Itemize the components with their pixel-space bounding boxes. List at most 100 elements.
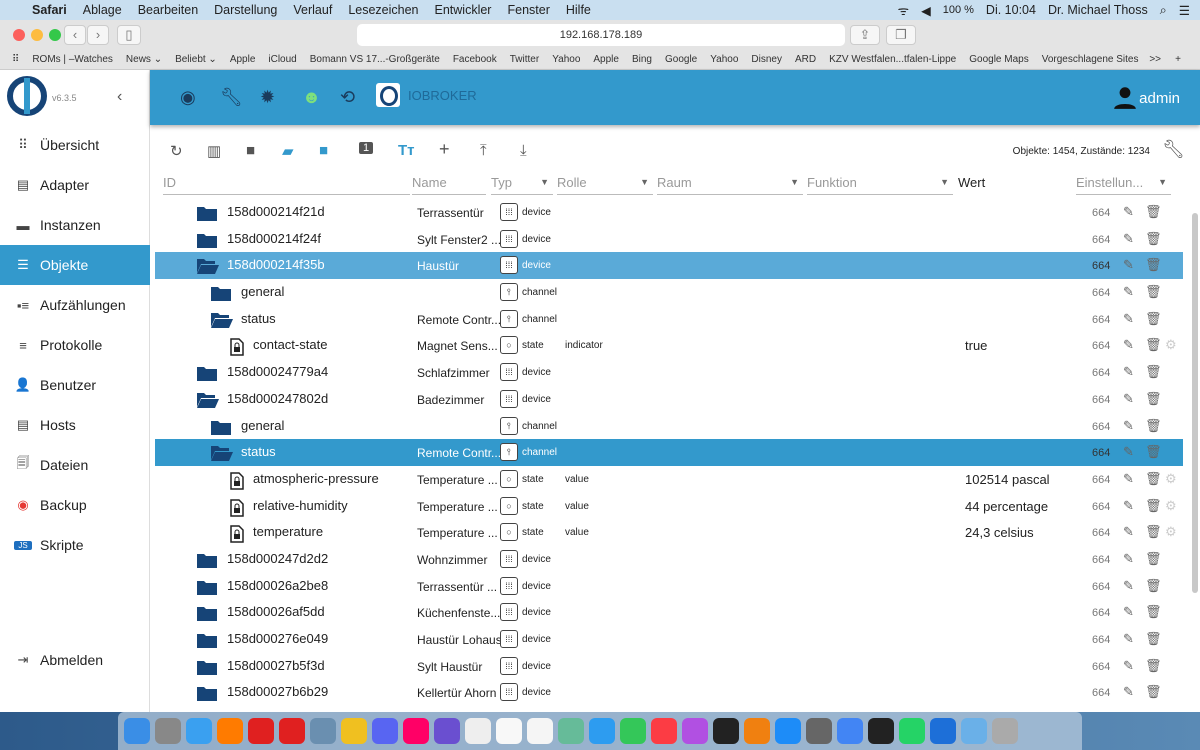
edit-icon[interactable]: ✎ [1123, 337, 1134, 353]
file-lock-icon[interactable] [230, 472, 248, 490]
dock-app-icon[interactable] [713, 718, 739, 744]
object-value[interactable]: true [965, 338, 987, 353]
delete-icon[interactable]: 🗑︎ [1145, 418, 1162, 434]
bookmark-link[interactable]: Yahoo [710, 54, 738, 65]
bookmark-link[interactable]: Bomann VS 17...-Großgeräte [310, 54, 440, 65]
expert-mode-icon[interactable]: ☻ [302, 87, 321, 108]
table-row[interactable]: 158d000247802d Badezimmer ⁞⁞⁞ device 664 ✎ 🗑︎ [155, 386, 1183, 413]
dock-app-icon[interactable] [372, 718, 398, 744]
collapse-all-icon[interactable]: ■ [319, 142, 328, 159]
dock-app-icon[interactable] [403, 718, 429, 744]
sidebar-item-9[interactable]: ◉ Backup [0, 485, 150, 525]
folder-closed-icon[interactable] [197, 605, 217, 622]
share-icon[interactable]: ⇪ [850, 25, 880, 45]
edit-icon[interactable]: ✎ [1123, 684, 1134, 700]
delete-icon[interactable]: 🗑︎ [1145, 551, 1162, 567]
delete-icon[interactable]: 🗑︎ [1145, 364, 1162, 380]
settings-gear-icon[interactable]: ⚙ [1165, 524, 1177, 540]
edit-icon[interactable]: ✎ [1123, 204, 1134, 220]
edit-icon[interactable]: ✎ [1123, 578, 1134, 594]
collapse-sidebar-icon[interactable]: ‹ [117, 88, 122, 106]
table-row[interactable]: 158d000214f35b Haustür ⁞⁞⁞ device 664 ✎ 🗑︎ [155, 252, 1183, 280]
edit-icon[interactable]: ✎ [1123, 551, 1134, 567]
sidebar-item-1[interactable]: ▤ Adapter [0, 165, 150, 205]
edit-icon[interactable]: ✎ [1123, 231, 1134, 247]
dock-app-icon[interactable] [744, 718, 770, 744]
account-icon[interactable] [1112, 84, 1138, 110]
folder-closed-icon[interactable] [197, 632, 217, 648]
table-row[interactable]: 158d000247d2d2 Wohnzimmer ⁞⁞⁞ device 664 ✎ 🗑︎ [155, 546, 1183, 573]
table-row[interactable]: atmospheric-pressure Temperature ... ○ stat… [155, 466, 1183, 493]
table-row[interactable]: 158d00027b6b29 Kellertür Ahorn ⁞⁞⁞ device 66… [155, 679, 1183, 706]
delete-icon[interactable]: 🗑︎ [1145, 284, 1162, 300]
folder-icon[interactable]: ■ [246, 142, 255, 159]
table-row[interactable]: general ⫯ channel 664 ✎ 🗑︎ [155, 279, 1183, 306]
table-row[interactable]: contact-state Magnet Sens... ○ state indicat… [155, 332, 1183, 359]
edit-icon[interactable]: ✎ [1123, 257, 1134, 273]
settings-gear-icon[interactable]: ⚙ [1165, 498, 1177, 514]
expand-level-icon[interactable]: 1 [359, 142, 374, 154]
dock-app-icon[interactable] [124, 718, 150, 744]
dock-app-icon[interactable] [155, 718, 181, 744]
folder-open-icon[interactable] [197, 258, 219, 275]
sidebar-item-6[interactable]: 👤 Benutzer [0, 365, 150, 405]
file-lock-icon[interactable] [230, 498, 248, 517]
table-row[interactable]: 158d000276e049 Haustür Lohaus ⁞⁞⁞ device 664… [155, 626, 1183, 653]
edit-icon[interactable]: ✎ [1123, 498, 1134, 514]
delete-icon[interactable]: 🗑︎ [1145, 498, 1162, 514]
back-button[interactable]: ‹ [64, 25, 86, 45]
dock-app-icon[interactable] [217, 718, 243, 744]
folder-closed-icon[interactable] [211, 285, 231, 302]
delete-icon[interactable]: 🗑︎ [1145, 391, 1162, 407]
bookmark-link[interactable]: Vorgeschlagene Sites [1042, 54, 1139, 65]
minimize-window-button[interactable] [31, 29, 43, 41]
settings-gear-icon[interactable]: ⚙ [1165, 337, 1177, 353]
bookmark-link[interactable]: Beliebt ⌄ [175, 54, 217, 65]
dock-app-icon[interactable] [465, 718, 491, 744]
sidebar-item-4[interactable]: ▪≡ Aufzählungen [0, 285, 150, 325]
object-value[interactable]: 24,3 celsius [965, 525, 1034, 540]
sidebar-toggle-icon[interactable]: ▯ [117, 25, 141, 45]
folder-closed-icon[interactable] [197, 365, 217, 382]
folder-closed-icon[interactable] [197, 685, 217, 702]
bookmark-link[interactable]: iCloud [268, 54, 296, 65]
delete-icon[interactable]: 🗑︎ [1145, 311, 1162, 327]
menu-item[interactable]: Hilfe [566, 3, 591, 17]
delete-icon[interactable]: 🗑︎ [1145, 578, 1162, 594]
dock-app-icon[interactable] [186, 718, 212, 744]
wifi-icon[interactable]: ᯤ [898, 2, 909, 19]
filter-id[interactable]: ID [163, 170, 410, 195]
add-icon[interactable]: + [439, 139, 450, 160]
bookmark-link[interactable]: Facebook [453, 54, 497, 65]
sidebar-item-3[interactable]: ☰ Objekte [0, 245, 150, 285]
edit-icon[interactable]: ✎ [1123, 364, 1134, 380]
dock-app-icon[interactable] [620, 718, 646, 744]
table-row[interactable]: 158d00026af5dd Küchenfenste... ⁞⁞⁞ device 66… [155, 599, 1183, 626]
filter-name[interactable]: Name [412, 170, 486, 195]
edit-icon[interactable]: ✎ [1123, 631, 1134, 647]
dock-app-icon[interactable] [930, 718, 956, 744]
dock-app-icon[interactable] [341, 718, 367, 744]
delete-icon[interactable]: 🗑︎ [1145, 257, 1162, 273]
text-size-icon[interactable]: Tт [398, 142, 415, 159]
notification-center-icon[interactable]: ☰ [1179, 3, 1190, 18]
edit-icon[interactable]: ✎ [1123, 418, 1134, 434]
user-name[interactable]: Dr. Michael Thoss [1048, 3, 1148, 17]
folder-closed-icon[interactable] [197, 579, 217, 595]
sidebar-item-7[interactable]: ▤ Hosts [0, 405, 150, 445]
dock-app-icon[interactable] [310, 718, 336, 744]
bookmarks-more-button[interactable]: >> [1149, 54, 1161, 65]
upload-icon[interactable]: ⤒ [480, 142, 487, 159]
folder-closed-icon[interactable] [197, 552, 217, 568]
folder-closed-icon[interactable] [197, 232, 217, 248]
sidebar-item-5[interactable]: ≡ Protokolle [0, 325, 150, 365]
table-row[interactable]: 158d00024779a4 Schlafzimmer ⁞⁞⁞ device 664 ✎ 🗑… [155, 359, 1183, 386]
close-window-button[interactable] [13, 29, 25, 41]
expand-all-icon[interactable]: ▰ [282, 142, 294, 160]
bookmark-link[interactable]: Google [665, 54, 697, 65]
delete-icon[interactable]: 🗑︎ [1145, 631, 1162, 647]
logout-button[interactable]: ⇥ Abmelden [0, 640, 150, 680]
refresh-icon[interactable]: ↻ [170, 142, 183, 160]
folder-closed-icon[interactable] [197, 205, 217, 221]
eye-icon[interactable]: ◉ [180, 87, 196, 108]
